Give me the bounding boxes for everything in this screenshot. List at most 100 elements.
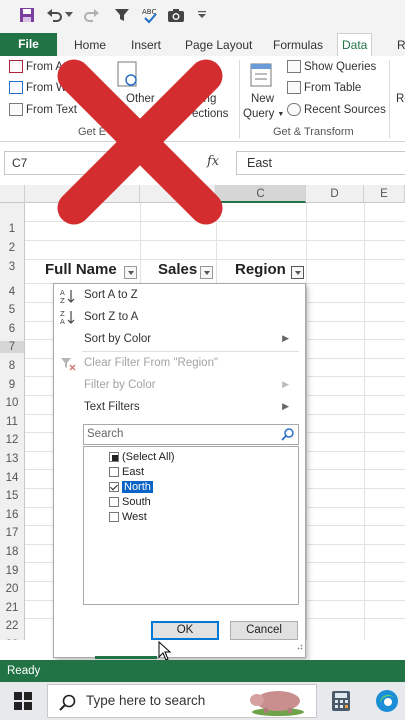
row-header[interactable]: 9 — [0, 379, 24, 391]
existing-connections-label[interactable]: ing — [201, 93, 216, 105]
clear-filter-from-region[interactable]: Clear Filter From "Region" — [84, 357, 218, 369]
row-header[interactable]: 11 — [0, 416, 24, 428]
sort-by-color[interactable]: Sort by Color ▶ — [84, 333, 297, 345]
list-item[interactable]: East — [94, 466, 144, 478]
column-header-c[interactable]: C — [216, 185, 306, 203]
column-header-a[interactable] — [25, 185, 140, 203]
checkbox-east[interactable] — [109, 467, 119, 477]
row-header[interactable]: 8 — [0, 360, 24, 372]
filter-icon[interactable] — [111, 4, 133, 26]
formula-input[interactable]: East — [236, 151, 405, 175]
new-query-icon[interactable] — [247, 61, 275, 91]
list-item[interactable]: West — [94, 511, 147, 523]
row-header[interactable]: 22 — [0, 620, 24, 632]
text-filters[interactable]: Text Filters ▶ — [84, 401, 297, 413]
from-table-button[interactable]: From Table — [287, 81, 361, 94]
group-get-transform: Get & Transform — [273, 126, 354, 138]
checkbox-north[interactable] — [109, 482, 119, 492]
header-full-name[interactable]: Full Name — [45, 261, 117, 281]
row-header[interactable]: 16 — [0, 509, 24, 521]
windows-icon[interactable] — [14, 692, 32, 715]
from-text-button[interactable]: From Text — [9, 103, 77, 116]
gridline — [25, 240, 405, 241]
recent-sources-icon — [287, 103, 301, 116]
from-table-icon — [287, 81, 301, 94]
row-header[interactable]: 21 — [0, 602, 24, 614]
row-header[interactable]: 17 — [0, 527, 24, 539]
row-header[interactable]: 20 — [0, 583, 24, 595]
save-icon[interactable] — [16, 4, 38, 26]
tab-review[interactable]: R — [393, 34, 405, 56]
spelling-icon[interactable]: ABC — [139, 4, 161, 26]
row-header[interactable]: 1 — [0, 223, 24, 235]
row-header[interactable]: 15 — [0, 490, 24, 502]
row-header[interactable]: 12 — [0, 434, 24, 446]
checkbox-south[interactable] — [109, 497, 119, 507]
existing-connections-label-2[interactable]: ections — [192, 108, 228, 120]
list-item[interactable]: South — [94, 496, 151, 508]
row-header[interactable]: 3 — [0, 261, 24, 273]
from-web-button[interactable]: From W — [9, 81, 67, 94]
list-item[interactable]: North — [94, 481, 153, 493]
header-region[interactable]: Region — [235, 261, 286, 281]
sort-z-to-a[interactable]: Sort Z to A — [84, 311, 138, 323]
select-all-corner[interactable] — [0, 185, 25, 203]
undo-icon[interactable] — [44, 4, 66, 26]
tab-page-layout[interactable]: Page Layout — [181, 34, 256, 56]
column-header-b[interactable] — [140, 185, 216, 203]
row-header[interactable]: 10 — [0, 397, 24, 409]
new-query-label[interactable]: New — [251, 93, 274, 105]
checkbox-west[interactable] — [109, 512, 119, 522]
row-header[interactable]: 13 — [0, 453, 24, 465]
camera-icon[interactable] — [165, 4, 187, 26]
ok-button[interactable]: OK — [151, 621, 219, 640]
name-box[interactable]: C7 — [4, 151, 122, 175]
row-header[interactable]: 4 — [0, 286, 24, 298]
filter-dropdown-full-name[interactable] — [124, 266, 137, 279]
filter-search-input[interactable]: Search — [83, 424, 299, 445]
tab-data[interactable]: Data — [337, 33, 373, 56]
chevron-right-icon: ▶ — [282, 379, 289, 389]
column-header-d[interactable]: D — [306, 185, 364, 203]
filter-dropdown-region[interactable] — [291, 266, 304, 279]
list-item[interactable]: (Select All) — [94, 451, 175, 463]
tab-formulas[interactable]: Formulas — [269, 34, 327, 56]
checkbox-select-all[interactable] — [109, 452, 119, 462]
taskbar-search-box[interactable]: Type here to search — [47, 684, 317, 718]
column-header-e[interactable]: E — [364, 185, 405, 203]
row-header[interactable]: 7 — [0, 341, 24, 353]
ribbon-separator — [239, 60, 240, 138]
from-other-sources-icon[interactable] — [116, 60, 142, 90]
row-header[interactable]: 6 — [0, 323, 24, 335]
row-header[interactable]: 5 — [0, 304, 24, 316]
filter-by-color[interactable]: Filter by Color ▶ — [84, 379, 297, 391]
new-query-dropdown[interactable]: Query ▼ — [243, 108, 284, 120]
row-header[interactable]: 19 — [0, 565, 24, 577]
header-sales[interactable]: Sales — [158, 261, 197, 281]
sort-a-to-z[interactable]: Sort A to Z — [84, 289, 138, 301]
show-queries-button[interactable]: Show Queries — [287, 60, 376, 73]
fx-icon[interactable]: fx — [207, 154, 219, 169]
filter-dropdown-sales[interactable] — [200, 266, 213, 279]
from-access-button[interactable]: From A — [9, 60, 63, 73]
calculator-icon[interactable] — [331, 690, 351, 717]
from-web-label: From W — [26, 81, 67, 94]
sort-za-icon: ZA — [60, 309, 76, 328]
row-header[interactable]: 23 — [0, 639, 24, 640]
redo-icon[interactable] — [80, 4, 102, 26]
edge-icon[interactable] — [375, 689, 399, 718]
filter-values-list[interactable]: (Select All) East North South West — [83, 446, 299, 605]
tab-insert[interactable]: Insert — [127, 34, 165, 56]
resize-grip-icon[interactable] — [295, 637, 303, 655]
tab-file[interactable]: File — [0, 33, 57, 56]
row-header[interactable]: 14 — [0, 472, 24, 484]
refresh-all-label[interactable]: Re — [396, 93, 405, 105]
customize-toolbar-icon[interactable] — [195, 4, 209, 26]
cancel-button[interactable]: Cancel — [230, 621, 298, 640]
from-other-sources-label[interactable]: Other — [126, 93, 155, 105]
recent-sources-button[interactable]: Recent Sources — [287, 103, 386, 116]
undo-dropdown-icon[interactable] — [64, 4, 74, 26]
tab-home[interactable]: Home — [70, 34, 110, 56]
row-header[interactable]: 18 — [0, 546, 24, 558]
row-header[interactable]: 2 — [0, 242, 24, 254]
